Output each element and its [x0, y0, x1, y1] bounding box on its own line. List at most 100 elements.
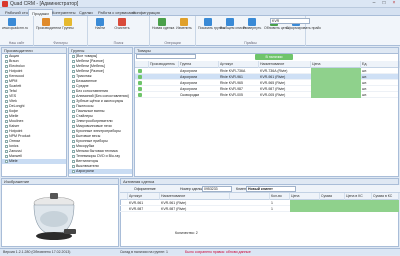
manufacturer-checkbox[interactable] — [5, 159, 8, 163]
order-col-header[interactable]: Кол-во — [270, 193, 290, 200]
tab-2[interactable]: Контрагенты — [49, 9, 79, 16]
goods-col-header[interactable]: Производитель — [149, 61, 179, 68]
quantity-label: Количество: — [175, 231, 195, 235]
tab-5[interactable]: Конфигурация — [130, 9, 163, 16]
goods-table: Аэрогрили Rivie KVR-736A KVR-736A (Rivie) ш… — [135, 68, 398, 176]
order-row[interactable]: KVR-987 KVR-987 (Rivie) 1 — [120, 206, 399, 212]
manufacturer-checkbox[interactable] — [5, 114, 8, 118]
manufacturer-checkbox[interactable] — [5, 109, 8, 113]
goods-filter-input[interactable] — [136, 54, 196, 59]
manufacturer-checkbox[interactable] — [5, 79, 8, 83]
group-checkbox[interactable] — [72, 79, 75, 83]
goods-col-header[interactable]: Наименование — [259, 61, 311, 68]
folder-button[interactable]: Группы — [58, 18, 78, 38]
globe-icon — [8, 18, 16, 26]
order-col-header[interactable]: Артикул — [128, 193, 160, 200]
manufacturer-item[interactable]: Miele — [2, 159, 66, 164]
manufacturer-checkbox[interactable] — [5, 134, 8, 138]
manufacturer-checkbox[interactable] — [5, 59, 8, 63]
ribbon-button-label: Очистить — [114, 26, 130, 30]
goods-cell: Rivie KVR-005 — [220, 93, 243, 97]
order-col-header[interactable]: Сумма — [320, 193, 345, 200]
order-col-header[interactable] — [120, 193, 128, 200]
order-cell — [345, 206, 372, 212]
order-col-header[interactable]: Цена в КС — [345, 193, 372, 200]
manufacturer-checkbox[interactable] — [5, 104, 8, 108]
order-col-header[interactable]: Цена — [290, 193, 320, 200]
group-checkbox[interactable] — [72, 154, 75, 158]
search-button[interactable]: Найти — [90, 18, 110, 38]
manufacturer-checkbox[interactable] — [5, 54, 8, 58]
group-checkbox[interactable] — [72, 59, 75, 63]
manufacturer-checkbox[interactable] — [5, 89, 8, 93]
group-item[interactable]: Аэрогрили — [69, 169, 132, 174]
order-col-header[interactable]: Сумма в КС — [372, 193, 399, 200]
clear-button[interactable]: Очистить — [112, 18, 132, 38]
manufacturer-checkbox[interactable] — [5, 124, 8, 128]
new-deal-button[interactable]: Новая сделка — [152, 18, 174, 38]
manufacturer-checkbox[interactable] — [5, 69, 8, 73]
order-col-header[interactable]: Наименование — [160, 193, 230, 200]
group-checkbox[interactable] — [72, 74, 75, 78]
manufacturer-checkbox[interactable] — [5, 74, 8, 78]
group-checkbox[interactable] — [72, 129, 75, 133]
goods-col-header[interactable]: Группа — [179, 61, 219, 68]
group-checkbox[interactable] — [72, 134, 75, 138]
in-stock-button[interactable]: В наличии — [255, 54, 293, 60]
factory-button[interactable]: Производители — [36, 18, 61, 38]
manufacturer-checkbox[interactable] — [5, 119, 8, 123]
group-checkbox[interactable] — [72, 99, 75, 103]
group-checkbox[interactable] — [72, 69, 75, 73]
search-input[interactable]: KVR — [270, 18, 310, 24]
client-field[interactable]: Новый клиент — [246, 186, 296, 192]
group-checkbox[interactable] — [72, 119, 75, 123]
group-checkbox[interactable] — [72, 164, 75, 168]
maximize-button[interactable]: □ — [380, 1, 388, 6]
group-checkbox[interactable] — [72, 109, 75, 113]
group-checkbox[interactable] — [72, 89, 75, 93]
manufacturer-checkbox[interactable] — [5, 129, 8, 133]
manufacturer-checkbox[interactable] — [5, 154, 8, 158]
group-checkbox[interactable] — [72, 124, 75, 128]
manufacturer-checkbox[interactable] — [5, 99, 8, 103]
group-checkbox[interactable] — [72, 104, 75, 108]
group-checkbox[interactable] — [72, 54, 75, 58]
edit-button[interactable]: Изменить — [174, 18, 194, 38]
tab-3[interactable]: Сделки — [76, 9, 96, 16]
minimize-button[interactable]: – — [370, 1, 378, 6]
group-checkbox[interactable] — [72, 114, 75, 118]
goods-cell — [311, 92, 361, 98]
group-checkbox[interactable] — [72, 94, 75, 98]
groups-button[interactable]: Показать группы — [198, 18, 225, 38]
group-checkbox[interactable] — [72, 144, 75, 148]
manufacturer-checkbox[interactable] — [5, 139, 8, 143]
group-checkbox[interactable] — [72, 139, 75, 143]
goods-stock-icon — [138, 81, 142, 85]
goods-row[interactable]: Сковородки Rivie KVR-005 KVR-005 (Rivie) шт… — [135, 92, 398, 98]
group-checkbox[interactable] — [72, 149, 75, 153]
manufacturer-checkbox[interactable] — [5, 64, 8, 68]
goods-col-header[interactable]: Цена — [311, 61, 361, 68]
goods-col-header[interactable]: Артикул — [219, 61, 259, 68]
manufacturer-checkbox[interactable] — [5, 144, 8, 148]
manufacturer-checkbox[interactable] — [5, 84, 8, 88]
ribbon: www.quadcrm.ru Наш сайт Производители Групп… — [0, 16, 400, 46]
globe-button[interactable]: www.quadcrm.ru — [2, 18, 28, 38]
close-button[interactable]: × — [390, 1, 398, 6]
order-cell — [320, 206, 345, 212]
ribbon-group-2: Найти Очистить Поиск — [88, 16, 150, 46]
goods-col-header[interactable] — [135, 61, 149, 68]
manufacturer-checkbox[interactable] — [5, 94, 8, 98]
manufacturer-checkbox[interactable] — [5, 149, 8, 153]
expand-icon — [248, 18, 256, 26]
group-checkbox[interactable] — [72, 159, 75, 163]
order-col-header[interactable] — [230, 193, 270, 200]
deal-no-field[interactable]: 0953233 — [202, 186, 232, 192]
group-checkbox[interactable] — [72, 169, 75, 173]
expand-button[interactable]: Развернуть — [242, 18, 262, 38]
list-button[interactable]: В общем списке — [220, 18, 246, 38]
group-checkbox[interactable] — [72, 84, 75, 88]
goods-col-header[interactable]: Ед. — [361, 61, 400, 68]
order-cell: KVR-987 — [129, 207, 144, 211]
group-checkbox[interactable] — [72, 64, 75, 68]
